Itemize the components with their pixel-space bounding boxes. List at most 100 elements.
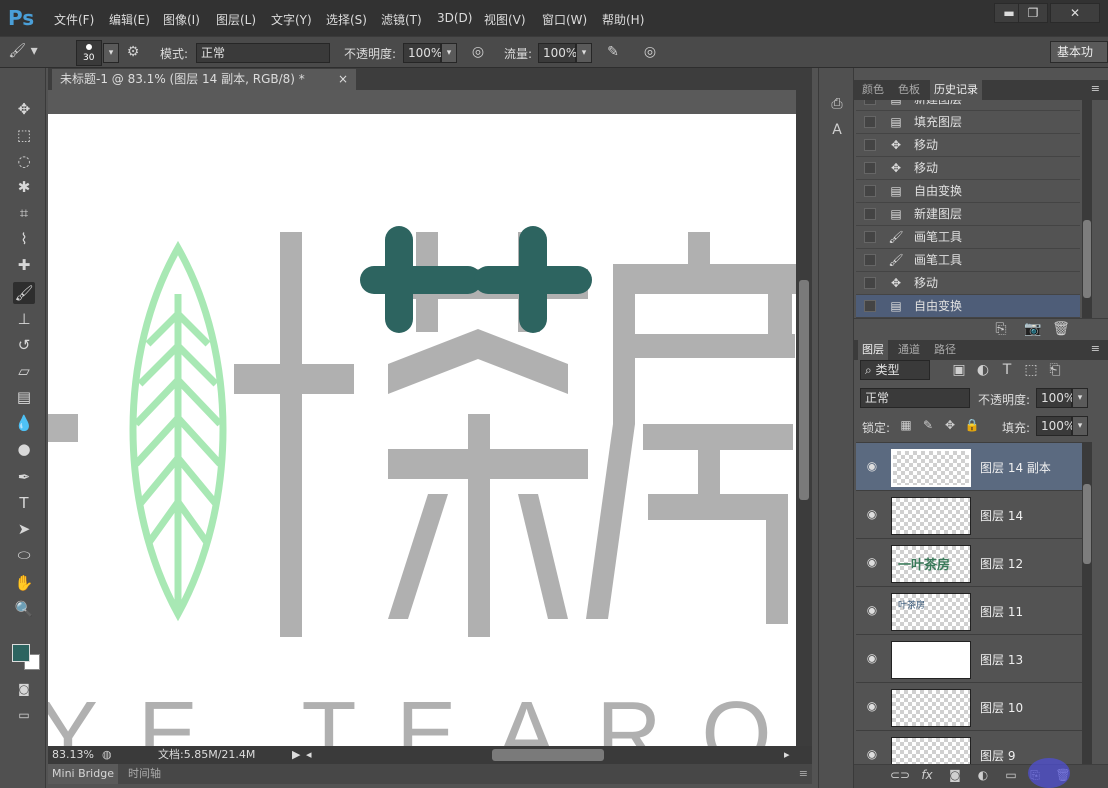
layer-name[interactable]: 图层 12 [980, 555, 1023, 572]
clone-stamp-icon[interactable]: ⊥ [13, 308, 35, 330]
scroll-right-icon[interactable]: ▸ [784, 746, 790, 764]
link-layers-icon[interactable]: ⊂⊃ [890, 768, 910, 782]
canvas-vertical-scrollbar[interactable] [796, 90, 812, 746]
tab-channels[interactable]: 通道 [894, 340, 924, 360]
layer-thumbnail[interactable] [891, 497, 971, 535]
status-info-icon[interactable]: ◍ [102, 746, 112, 764]
magic-wand-icon[interactable]: ✱ [13, 176, 35, 198]
layer-row[interactable]: ◉ 叶茶房 图层 11 [856, 587, 1082, 635]
history-checkbox[interactable] [864, 300, 876, 312]
visibility-eye-icon[interactable]: ◉ [864, 603, 880, 619]
pen-tool-icon[interactable]: ✒ [13, 466, 35, 488]
visibility-eye-icon[interactable]: ◉ [864, 651, 880, 667]
mode-select[interactable]: 正常 [196, 43, 330, 63]
menu-view[interactable]: 视图(V) [484, 11, 526, 28]
tab-swatches[interactable]: 色板 [894, 80, 924, 100]
screen-mode-icon[interactable]: ▭ [13, 704, 35, 726]
history-checkbox[interactable] [864, 231, 876, 243]
history-checkbox[interactable] [864, 277, 876, 289]
tab-mini-bridge[interactable]: Mini Bridge [48, 764, 118, 784]
opacity-dropdown[interactable]: ▾ [441, 43, 457, 63]
history-panel-icon[interactable]: ⎙ [828, 96, 846, 112]
lock-pixels-icon[interactable]: ✎ [920, 418, 936, 432]
history-item[interactable]: ▤ 自由变换 [856, 295, 1080, 318]
filter-adjustment-icon[interactable]: ◐ [974, 362, 992, 378]
menu-type[interactable]: 文字(Y) [271, 11, 312, 28]
filter-shape-icon[interactable]: ⬚ [1022, 362, 1040, 378]
menu-edit[interactable]: 编辑(E) [109, 11, 150, 28]
lock-all-icon[interactable]: 🔒 [964, 418, 980, 432]
blur-tool-icon[interactable]: 💧 [13, 412, 35, 434]
layer-opacity-dropdown[interactable]: ▾ [1072, 388, 1088, 408]
eraser-tool-icon[interactable]: ▱ [13, 360, 35, 382]
history-checkbox[interactable] [864, 116, 876, 128]
horizontal-scroll-thumb[interactable] [492, 749, 604, 761]
status-arrow-icon[interactable]: ▶ [292, 746, 300, 764]
visibility-eye-icon[interactable]: ◉ [864, 555, 880, 571]
layer-row[interactable]: ◉ 图层 14 [856, 491, 1082, 539]
menu-3d[interactable]: 3D(D) [437, 11, 472, 25]
layer-row[interactable]: ◉ 图层 14 副本 [856, 443, 1082, 491]
menu-file[interactable]: 文件(F) [54, 11, 94, 28]
brush-tool-icon[interactable]: 🖌 [13, 282, 35, 304]
close-tab-icon[interactable]: × [338, 69, 348, 90]
brush-tool-preset-icon[interactable]: 🖌 ▾ [8, 43, 38, 59]
history-checkbox[interactable] [864, 254, 876, 266]
restore-button[interactable]: ❐ [1018, 3, 1048, 23]
menu-help[interactable]: 帮助(H) [602, 11, 644, 28]
layer-thumbnail[interactable] [891, 689, 971, 727]
layers-scrollbar[interactable] [1082, 442, 1092, 764]
workspace-button[interactable]: 基本功 [1050, 41, 1108, 63]
lock-position-icon[interactable]: ✥ [942, 418, 958, 432]
layer-thumbnail[interactable]: 叶茶房 [891, 593, 971, 631]
vertical-scroll-thumb[interactable] [799, 280, 809, 500]
layer-row[interactable]: ◉ 一叶茶房 图层 12 [856, 539, 1082, 587]
new-group-icon[interactable]: ▭ [1002, 768, 1020, 782]
visibility-eye-icon[interactable]: ◉ [864, 507, 880, 523]
menu-filter[interactable]: 滤镜(T) [381, 11, 422, 28]
history-checkbox[interactable] [864, 185, 876, 197]
zoom-level[interactable]: 83.13% [52, 746, 94, 764]
layer-opacity-input[interactable]: 100% [1036, 388, 1075, 408]
flow-dropdown[interactable]: ▾ [576, 43, 592, 63]
ellipse-tool-icon[interactable]: ⬭ [13, 544, 35, 566]
close-button[interactable]: ✕ [1050, 3, 1100, 23]
fill-dropdown[interactable]: ▾ [1072, 416, 1088, 436]
visibility-eye-icon[interactable]: ◉ [864, 747, 880, 763]
history-scrollbar[interactable] [1082, 100, 1092, 318]
layer-name[interactable]: 图层 11 [980, 603, 1023, 620]
quick-mask-icon[interactable]: ◙ [13, 678, 35, 700]
tab-paths[interactable]: 路径 [930, 340, 960, 360]
menu-window[interactable]: 窗口(W) [542, 11, 587, 28]
zoom-tool-icon[interactable]: 🔍 [13, 598, 35, 620]
history-item[interactable]: ✥ 移动 [856, 134, 1080, 157]
pressure-size-icon[interactable]: ◎ [640, 44, 660, 60]
add-mask-icon[interactable]: ◙ [946, 768, 964, 782]
layer-style-icon[interactable]: fx [918, 768, 936, 782]
blend-mode-select[interactable]: 正常 [860, 388, 970, 408]
history-checkbox[interactable] [864, 139, 876, 151]
snapshot-icon[interactable]: 📷 [1024, 321, 1042, 337]
layer-name[interactable]: 图层 14 [980, 507, 1023, 524]
tab-layers[interactable]: 图层 [858, 340, 888, 360]
tab-timeline[interactable]: 时间轴 [128, 764, 161, 784]
layer-name[interactable]: 图层 10 [980, 699, 1023, 716]
brush-panel-icon[interactable]: ⚙ [124, 44, 142, 60]
layer-row[interactable]: ◉ 图层 10 [856, 683, 1082, 731]
menu-layer[interactable]: 图层(L) [216, 11, 256, 28]
character-panel-icon[interactable]: A [828, 122, 846, 138]
eyedropper-icon[interactable]: ⌇ [13, 228, 35, 250]
delete-state-icon[interactable]: 🗑 [1052, 321, 1070, 337]
filter-type-icon[interactable]: T [998, 362, 1016, 378]
hand-tool-icon[interactable]: ✋ [13, 572, 35, 594]
brush-size-dropdown[interactable]: ▾ [103, 43, 119, 63]
layer-thumbnail[interactable] [891, 641, 971, 679]
history-item[interactable]: 🖌 画笔工具 [856, 249, 1080, 272]
document-tab[interactable]: 未标题-1 @ 83.1% (图层 14 副本, RGB/8) * × [52, 69, 356, 90]
path-select-icon[interactable]: ➤ [13, 518, 35, 540]
dodge-tool-icon[interactable]: ● [13, 438, 35, 460]
adjustment-layer-icon[interactable]: ◐ [974, 768, 992, 782]
gradient-tool-icon[interactable]: ▤ [13, 386, 35, 408]
lasso-tool-icon[interactable]: ◌ [13, 150, 35, 172]
history-menu-icon[interactable]: ≡ [1091, 82, 1100, 95]
